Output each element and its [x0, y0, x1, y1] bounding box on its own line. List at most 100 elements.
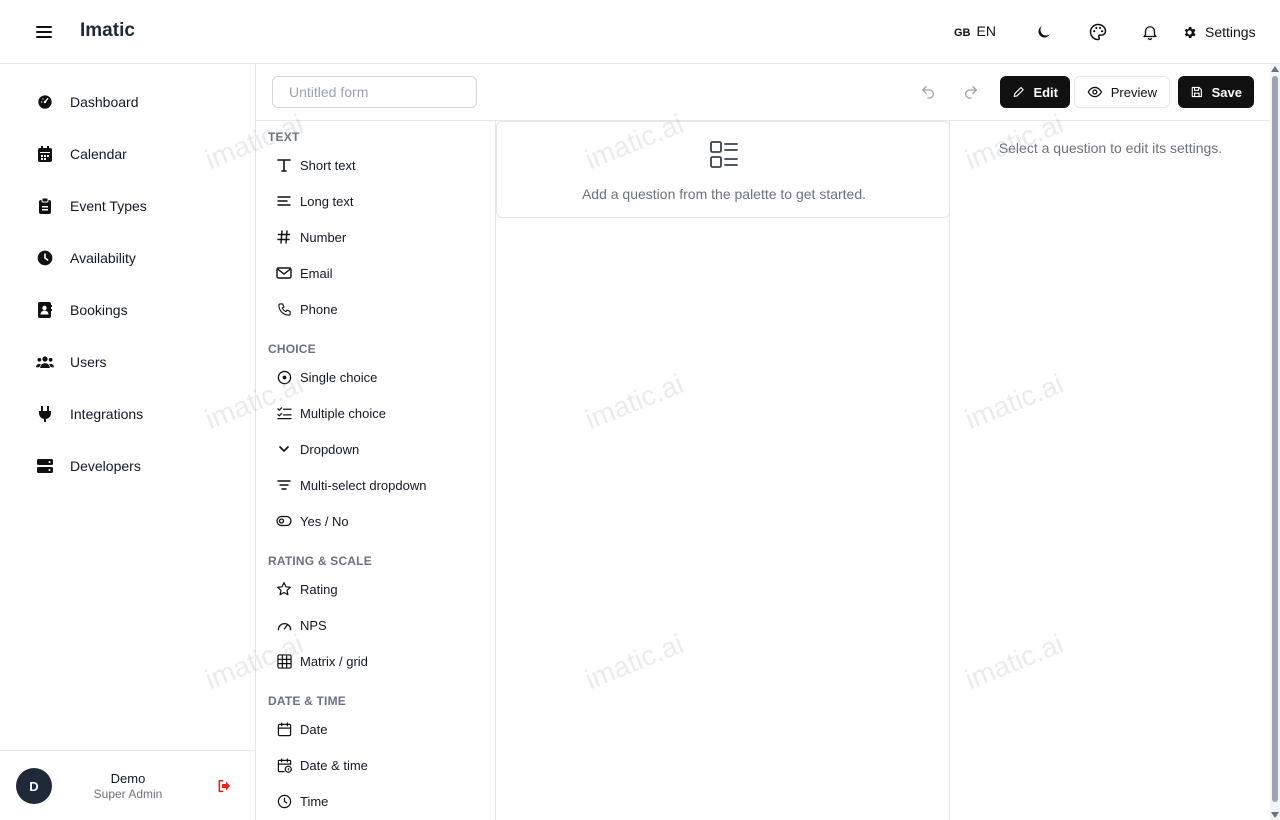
calendar-icon — [36, 145, 54, 163]
palette-item-matrix-grid[interactable]: Matrix / grid — [276, 650, 368, 672]
form-title-input[interactable] — [272, 76, 477, 108]
layout-list-icon — [709, 140, 739, 170]
palette-item-time[interactable]: Time — [276, 790, 328, 812]
palette-item-label: Yes / No — [300, 513, 349, 529]
sidebar-item-label: Dashboard — [70, 94, 139, 110]
preview-button[interactable]: Preview — [1074, 76, 1170, 108]
sidebar-item-dashboard[interactable]: Dashboard — [36, 90, 139, 114]
form-canvas[interactable]: Add a question from the palette to get s… — [496, 121, 950, 820]
dark-mode-icon[interactable] — [1032, 20, 1056, 44]
calendar-icon — [276, 721, 292, 737]
mail-icon — [276, 265, 292, 281]
sidebar-item-calendar[interactable]: Calendar — [36, 142, 127, 166]
palette-item-rating[interactable]: Rating — [276, 578, 338, 600]
palette-category-choice: CHOICE — [268, 342, 316, 356]
users-icon — [36, 353, 54, 371]
palette-item-single-choice[interactable]: Single choice — [276, 366, 377, 388]
user-role: Super Admin — [93, 787, 163, 801]
palette-item-nps[interactable]: NPS — [276, 614, 327, 636]
form-builder-toolbar: Edit Preview Save — [256, 64, 1270, 121]
palette-category-rating-scale: RATING & SCALE — [268, 554, 372, 568]
settings-hint: Select a question to edit its settings. — [998, 140, 1223, 156]
redo-icon[interactable] — [961, 82, 981, 102]
edit-mode-button[interactable]: Edit — [1000, 76, 1070, 108]
palette-item-multi-select-dropdown[interactable]: Multi-select dropdown — [276, 474, 426, 496]
palette-item-label: Date & time — [300, 757, 368, 773]
grid-icon — [276, 653, 292, 669]
palette-item-label: Multi-select dropdown — [300, 477, 427, 493]
preview-label: Preview — [1110, 84, 1157, 100]
palette-category-text: TEXT — [268, 130, 300, 144]
pencil-icon — [1013, 86, 1024, 98]
palette-item-label: Matrix / grid — [300, 653, 368, 669]
language-selector[interactable]: GB EN — [954, 23, 996, 39]
save-button[interactable]: Save — [1178, 76, 1254, 108]
palette-item-multiple-choice[interactable]: Multiple choice — [276, 402, 386, 424]
radio-icon — [276, 369, 292, 385]
palette-item-label: Email — [300, 265, 333, 281]
menu-icon[interactable] — [34, 22, 54, 42]
question-palette: TEXT Short text Long text Number Email P… — [256, 121, 496, 820]
palette-icon[interactable] — [1086, 20, 1110, 44]
text-type-icon — [276, 157, 292, 173]
palette-category-date-time: DATE & TIME — [268, 694, 346, 708]
palette-item-label: Short text — [300, 157, 356, 173]
palette-item-long-text[interactable]: Long text — [276, 190, 354, 212]
sidebar: Dashboard Calendar Event Types Availabil… — [0, 64, 256, 820]
undo-icon[interactable] — [918, 82, 938, 102]
palette-item-label: Phone — [300, 301, 338, 317]
palette-item-phone[interactable]: Phone — [276, 298, 338, 320]
star-icon — [276, 581, 292, 597]
clock-icon — [36, 249, 54, 267]
palette-item-short-text[interactable]: Short text — [276, 154, 356, 176]
notification-bell-icon[interactable] — [1138, 20, 1162, 44]
logout-icon[interactable] — [216, 778, 232, 794]
sidebar-item-label: Calendar — [70, 146, 127, 162]
empty-state-card: Add a question from the palette to get s… — [496, 121, 950, 218]
chevron-down-icon — [276, 441, 292, 457]
sidebar-item-event-types[interactable]: Event Types — [36, 194, 147, 218]
user-profile: D Demo Super Admin — [0, 750, 255, 820]
palette-item-dropdown[interactable]: Dropdown — [276, 438, 359, 460]
user-name: Demo — [110, 771, 146, 786]
sidebar-item-label: Bookings — [70, 302, 128, 318]
clock-icon — [276, 793, 292, 809]
sidebar-item-label: Developers — [70, 458, 141, 474]
sidebar-item-label: Availability — [70, 250, 136, 266]
page-scrollbar[interactable] — [1270, 64, 1280, 820]
sidebar-item-developers[interactable]: Developers — [36, 454, 141, 478]
sidebar-item-label: Event Types — [70, 198, 147, 214]
palette-item-label: Time — [300, 793, 329, 809]
palette-item-label: Long text — [300, 193, 354, 209]
settings-label: Settings — [1205, 24, 1256, 40]
app-brand: Imatic — [80, 20, 135, 41]
gauge-icon — [276, 617, 292, 633]
dashboard-icon — [36, 93, 54, 111]
palette-item-date[interactable]: Date — [276, 718, 327, 740]
palette-item-label: Date — [300, 721, 328, 737]
settings-button[interactable]: Settings — [1182, 20, 1256, 44]
sidebar-item-integrations[interactable]: Integrations — [36, 402, 143, 426]
sidebar-item-availability[interactable]: Availability — [36, 246, 136, 270]
palette-item-label: Dropdown — [300, 441, 360, 457]
sidebar-item-users[interactable]: Users — [36, 350, 107, 374]
gear-icon — [1184, 26, 1196, 38]
plug-icon — [36, 405, 54, 423]
scroll-down-arrow[interactable] — [1271, 812, 1279, 818]
scroll-up-arrow[interactable] — [1271, 66, 1279, 72]
align-left-icon — [276, 193, 292, 209]
sidebar-item-label: Integrations — [70, 406, 144, 422]
scroll-thumb[interactable] — [1272, 76, 1278, 802]
palette-item-label: NPS — [300, 617, 327, 633]
palette-item-number[interactable]: Number — [276, 226, 346, 248]
palette-item-email[interactable]: Email — [276, 262, 333, 284]
toggle-icon — [276, 513, 292, 529]
palette-item-date-time[interactable]: Date & time — [276, 754, 368, 776]
palette-item-yes-no[interactable]: Yes / No — [276, 510, 349, 532]
sidebar-item-bookings[interactable]: Bookings — [36, 298, 128, 322]
address-book-icon — [36, 301, 54, 319]
palette-item-label: Single choice — [300, 369, 378, 385]
phone-icon — [276, 301, 292, 317]
hash-icon — [276, 229, 292, 245]
avatar[interactable]: D — [16, 768, 52, 804]
